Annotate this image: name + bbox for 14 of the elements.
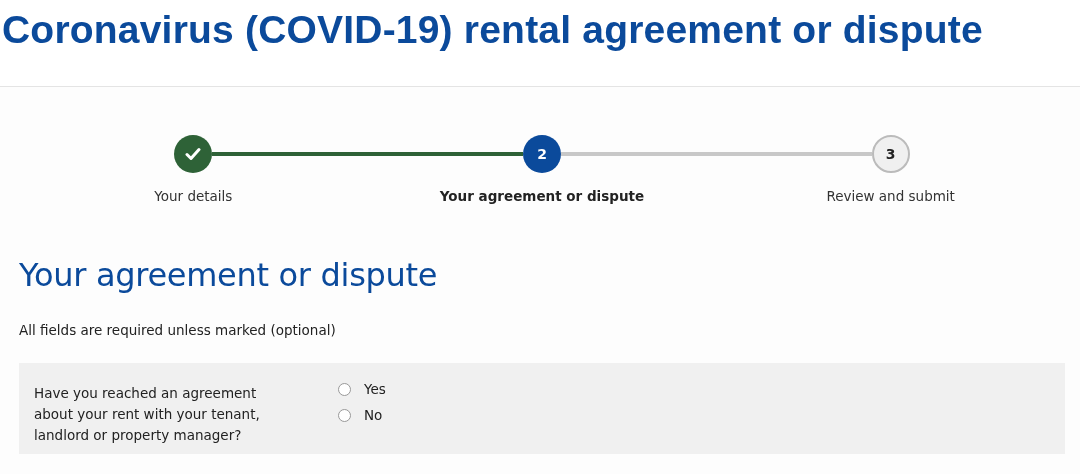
intro-text: All fields are required unless marked (optional)	[19, 322, 337, 338]
radio-button[interactable]	[338, 408, 351, 422]
checkmark-icon	[185, 147, 202, 161]
page-title: Coronavirus (COVID-19) rental agreement or dispute	[1, 7, 984, 52]
step-label: Your agreement or dispute	[439, 188, 645, 204]
option-label[interactable]: No	[364, 407, 383, 423]
step-number: 2	[523, 135, 561, 173]
question-label: Have you reached an agreement about your rent with your tenant, landlord or property manager?	[34, 384, 261, 442]
radio-button[interactable]	[338, 382, 351, 396]
section-heading: Your agreement or dispute	[19, 256, 439, 294]
step-label: Your details	[154, 188, 233, 204]
step-label: Review and submit	[826, 188, 955, 204]
option-label[interactable]: Yes	[364, 381, 386, 397]
step-number: 3	[871, 135, 910, 173]
